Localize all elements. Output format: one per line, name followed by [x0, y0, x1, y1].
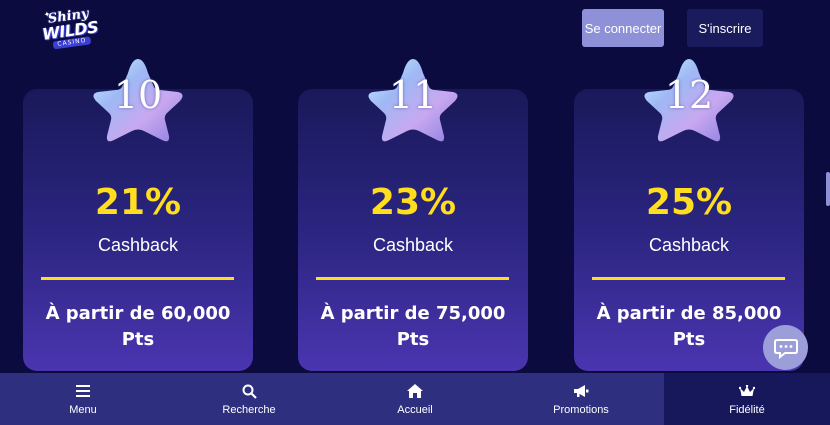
megaphone-icon — [572, 382, 590, 400]
nav-label: Fidélité — [729, 404, 765, 416]
signup-button[interactable]: S'inscrire — [687, 9, 763, 47]
divider — [316, 277, 509, 280]
loyalty-page: ✦ Shiny WILDS CASINO Se connecter S'insc… — [0, 0, 830, 425]
search-icon — [240, 382, 258, 400]
crown-icon — [738, 382, 756, 400]
level-number: 12 — [664, 73, 714, 117]
nav-label: Promotions — [553, 404, 609, 416]
nav-item-promotions[interactable]: Promotions — [498, 373, 664, 425]
divider — [41, 277, 234, 280]
casino-logo[interactable]: ✦ Shiny WILDS CASINO — [37, 1, 103, 57]
bottom-nav: Menu Recherche Accueil Promotions Fidéli… — [0, 373, 830, 425]
threshold-unit: Pts — [121, 329, 155, 350]
chat-bubble-icon — [773, 338, 798, 359]
nav-item-loyalty[interactable]: Fidélité — [664, 373, 830, 425]
threshold-line: À partir de 60,000 — [45, 303, 231, 324]
chat-button[interactable] — [763, 325, 808, 370]
threshold-line: À partir de 75,000 — [320, 303, 506, 324]
cashback-percentage: 23% — [369, 182, 457, 223]
sparkle-icon: ✦ — [43, 9, 52, 20]
scrollbar-thumb[interactable] — [826, 172, 830, 206]
divider — [592, 277, 785, 280]
nav-label: Recherche — [222, 404, 276, 416]
threshold-unit: Pts — [396, 329, 430, 350]
login-button[interactable]: Se connecter — [582, 9, 664, 47]
points-threshold: À partir de 60,000 Pts — [33, 301, 243, 353]
nav-item-menu[interactable]: Menu — [0, 373, 166, 425]
cashback-percentage: 21% — [94, 182, 182, 223]
level-number: 11 — [388, 73, 438, 117]
points-threshold: À partir de 75,000 Pts — [308, 301, 518, 353]
cashback-percentage: 25% — [645, 182, 733, 223]
cashback-label: Cashback — [372, 235, 454, 255]
level-number: 10 — [113, 73, 163, 117]
nav-item-search[interactable]: Recherche — [166, 373, 332, 425]
threshold-line: À partir de 85,000 — [596, 303, 782, 324]
nav-item-home[interactable]: Accueil — [332, 373, 498, 425]
nav-label: Accueil — [397, 404, 433, 416]
hamburger-icon — [74, 382, 92, 400]
nav-label: Menu — [69, 404, 97, 416]
level-star-badge: 12 — [639, 55, 739, 145]
cashback-label: Cashback — [97, 235, 179, 255]
cashback-label: Cashback — [648, 235, 730, 255]
home-icon — [406, 382, 424, 400]
level-star-badge: 11 — [363, 55, 463, 145]
level-star-badge: 10 — [88, 55, 188, 145]
